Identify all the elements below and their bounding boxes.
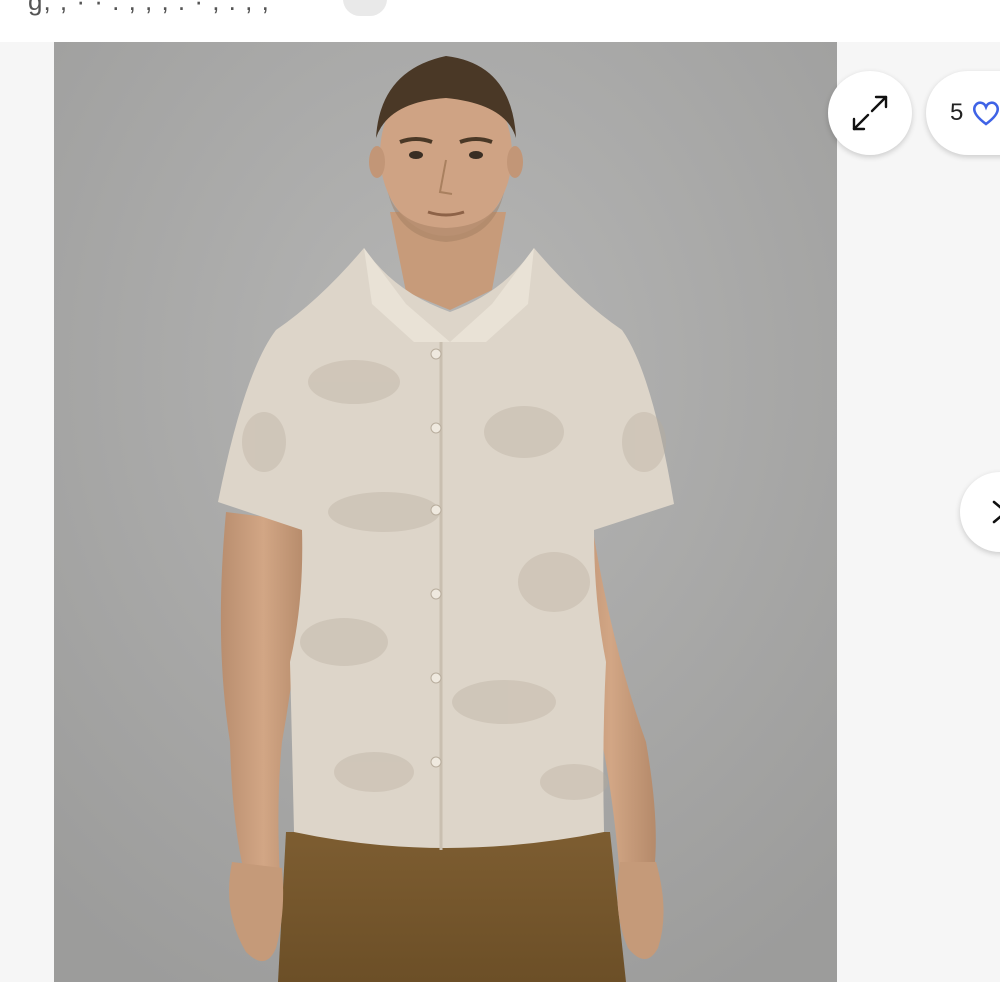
top-text-strip: g, , · · . , , , . · , . , ,: [0, 0, 1000, 43]
clipped-breadcrumb-text: g, , · · . , , , . · , . , ,: [28, 0, 270, 16]
expand-diagonal-arrows-icon: [852, 95, 888, 131]
expand-image-button[interactable]: [828, 71, 912, 155]
heart-icon: [973, 101, 1000, 126]
model-wearing-shirt-illustration: [54, 42, 837, 982]
favorites-button[interactable]: 5: [926, 71, 1000, 155]
chevron-right-icon: [992, 500, 1000, 524]
clipped-chip: [343, 0, 387, 16]
bottom-edge: [0, 982, 1000, 1000]
product-image[interactable]: [54, 42, 837, 982]
favorites-count: 5: [950, 99, 964, 126]
